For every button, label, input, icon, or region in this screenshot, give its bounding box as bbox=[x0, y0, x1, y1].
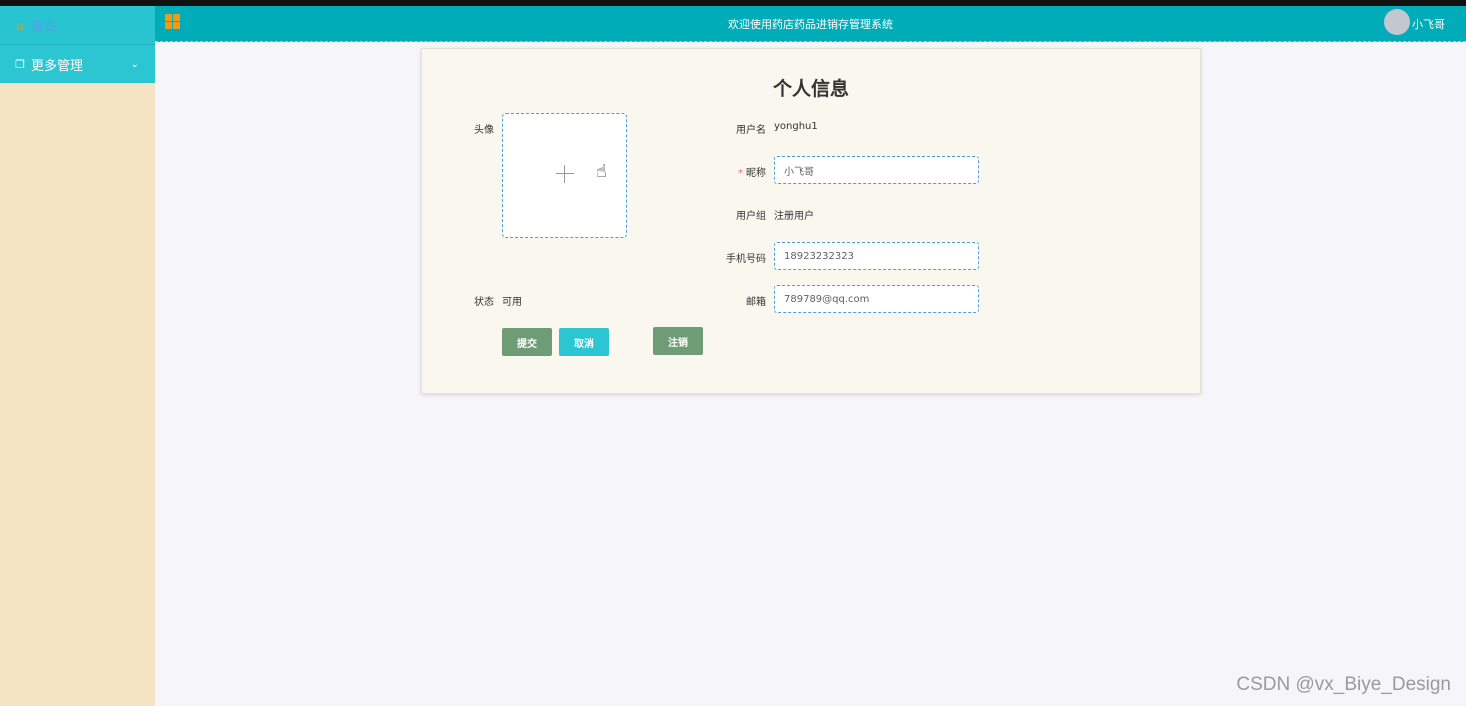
copy-icon: ❐ bbox=[15, 57, 25, 71]
sidebar: ⌂ 首页 ❐ 更多管理 ⌄ bbox=[0, 6, 155, 706]
nickname-field[interactable]: 小飞哥 bbox=[774, 156, 979, 184]
avatar[interactable] bbox=[1384, 9, 1410, 35]
avatar-uploader[interactable]: ☝ bbox=[502, 113, 627, 238]
status-label: 状态 bbox=[474, 297, 494, 308]
username-value: yonghu1 bbox=[774, 121, 818, 132]
cancel-button[interactable]: 取消 bbox=[559, 328, 609, 356]
sidebar-item-home[interactable]: ⌂ 首页 bbox=[0, 6, 155, 44]
chevron-down-icon: ⌄ bbox=[130, 58, 139, 70]
nickname-label: * 昵称 bbox=[702, 164, 766, 179]
sidebar-item-more-management[interactable]: ❐ 更多管理 ⌄ bbox=[0, 45, 155, 83]
plus-icon bbox=[556, 165, 574, 183]
avatar-label: 头像 bbox=[474, 125, 494, 136]
sidebar-item-label: 更多管理 bbox=[31, 58, 84, 74]
home-icon: ⌂ bbox=[16, 18, 24, 32]
watermark: CSDN @vx_Biye_Design bbox=[1236, 674, 1451, 695]
top-header: 欢迎使用药店药品进销存管理系统 小飞哥 bbox=[155, 6, 1466, 42]
required-mark: * bbox=[738, 168, 743, 179]
email-label: 邮箱 bbox=[746, 297, 766, 308]
status-value: 可用 bbox=[502, 297, 522, 308]
logout-button[interactable]: 注销 bbox=[653, 327, 703, 355]
user-group-label: 用户组 bbox=[736, 211, 766, 222]
sidebar-item-label: 首页 bbox=[31, 19, 58, 35]
submit-button[interactable]: 提交 bbox=[502, 328, 552, 356]
email-field[interactable]: 789789@qq.com bbox=[774, 285, 979, 313]
phone-field[interactable]: 18923232323 bbox=[774, 242, 979, 270]
page-title: 个人信息 bbox=[772, 78, 849, 100]
profile-card: 个人信息 头像 ☝ 状态 可用 用户名 yonghu1 * 昵称 小飞哥 用户组 … bbox=[421, 48, 1201, 394]
hand-pointer-icon: ☝ bbox=[596, 161, 607, 182]
nickname-label-text: 昵称 bbox=[746, 168, 766, 179]
user-group-value: 注册用户 bbox=[774, 211, 814, 222]
username-label: 用户名 bbox=[736, 125, 766, 136]
phone-label: 手机号码 bbox=[726, 254, 766, 265]
system-title: 欢迎使用药店药品进销存管理系统 bbox=[728, 18, 893, 31]
user-name[interactable]: 小飞哥 bbox=[1412, 16, 1445, 32]
